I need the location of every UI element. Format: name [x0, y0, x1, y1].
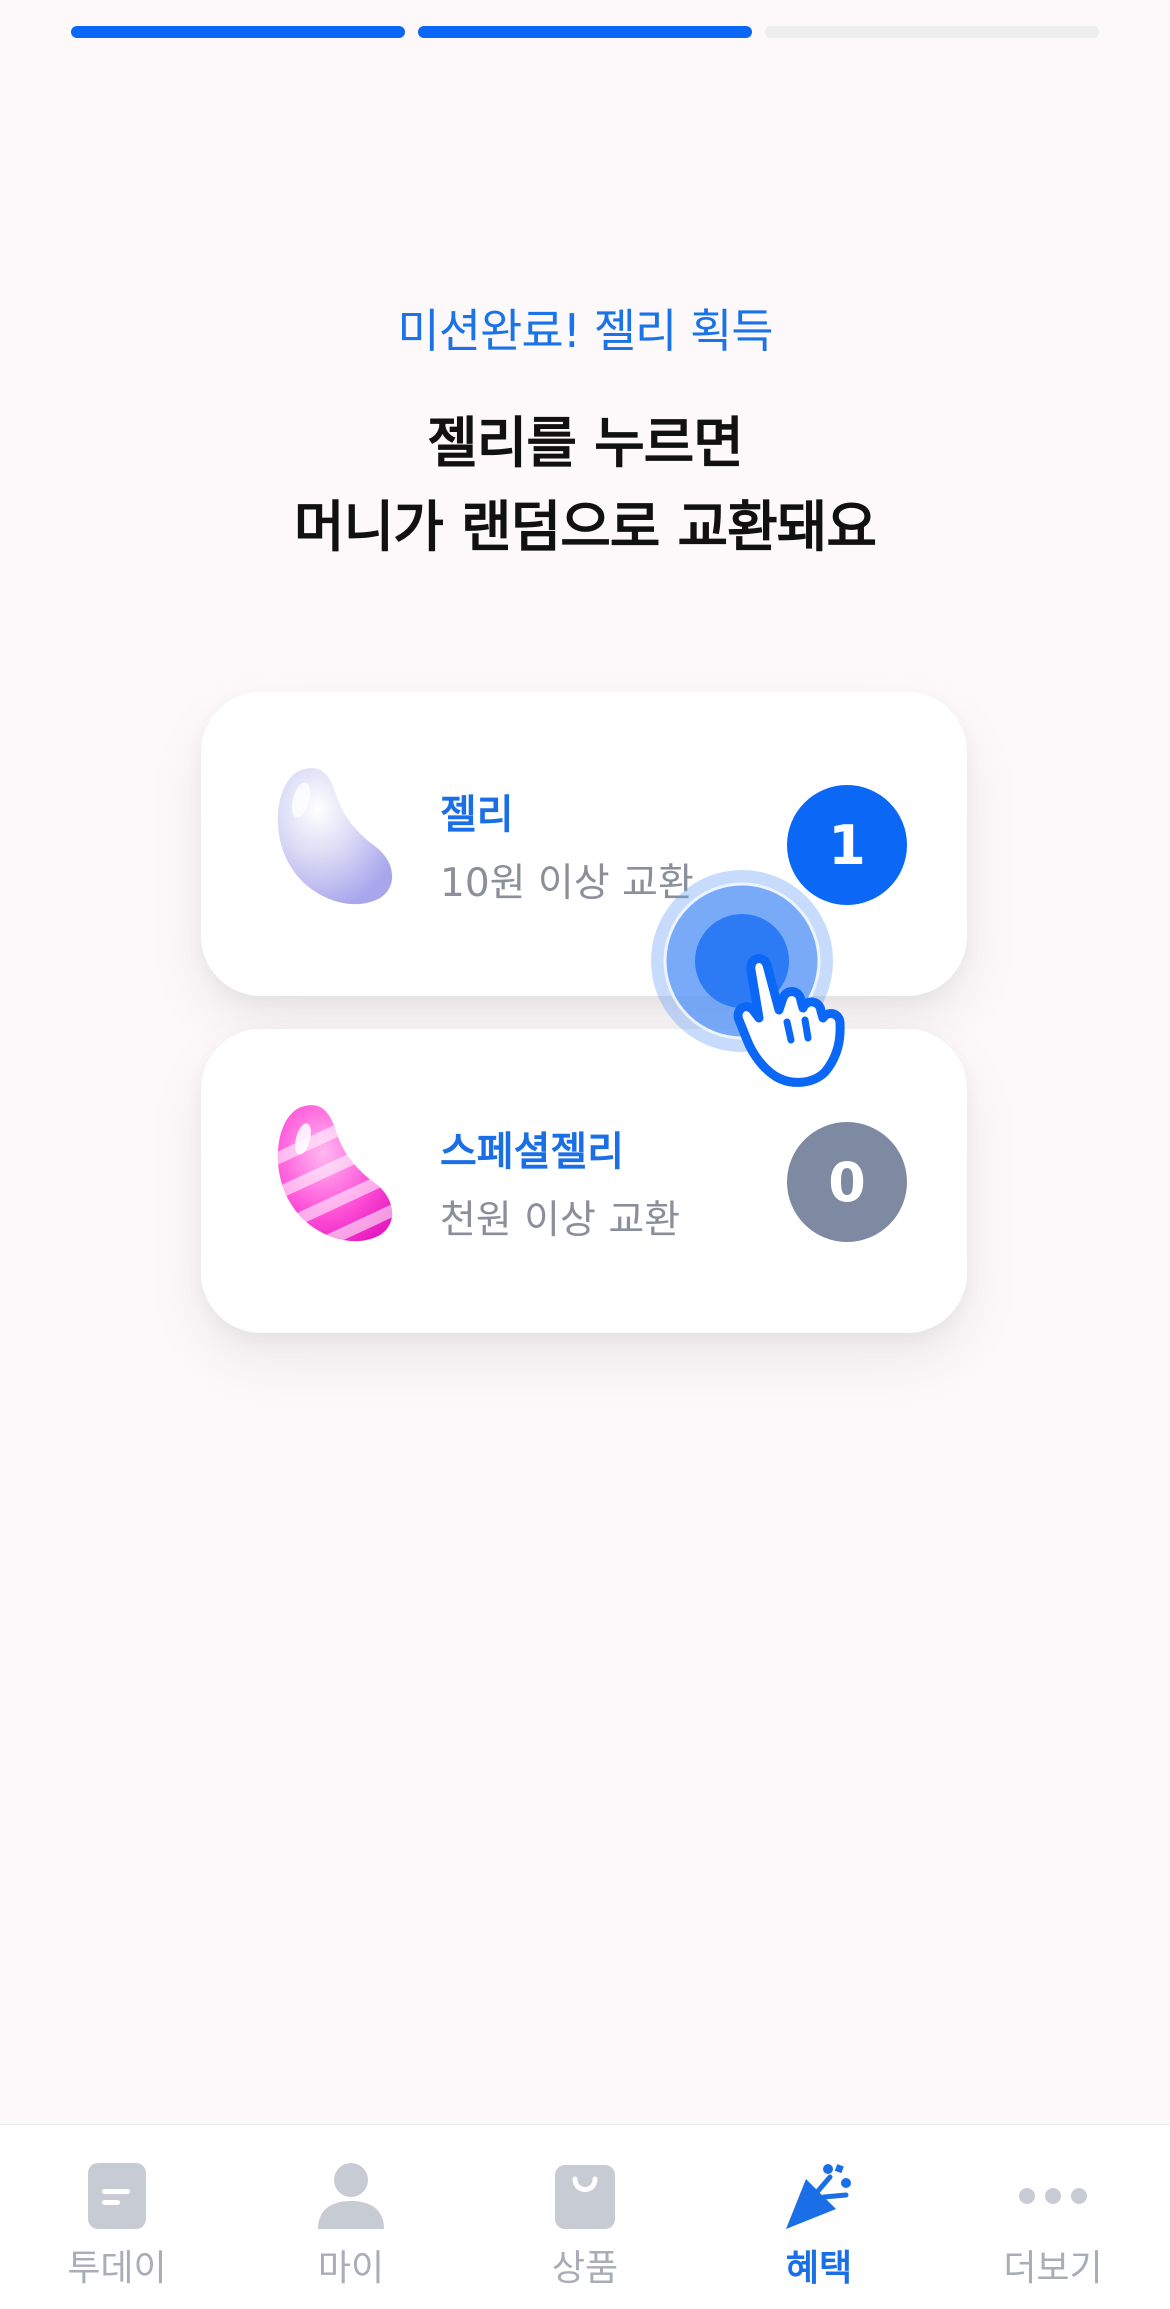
- mission-complete-text: 미션완료! 젤리 획득: [397, 304, 773, 358]
- progress-segment-1: [71, 26, 405, 38]
- tab-label-benefits: 혜택: [785, 2248, 853, 2289]
- progress-segment-3: [765, 26, 1099, 38]
- title-line-2: 머니가 랜덤으로 교환돼요: [294, 495, 877, 559]
- special-jelly-icon: [277, 1105, 393, 1242]
- person-icon: [316, 2161, 386, 2231]
- special-jelly-name: 스페셜젤리: [440, 1129, 624, 1175]
- shopping-bag-icon: [550, 2161, 620, 2231]
- tab-label-today: 투데이: [67, 2248, 167, 2289]
- jelly-count-badge: 1: [787, 785, 907, 905]
- bottom-tab-bar: 투데이 마이 상품 혜택 더보기: [0, 2124, 1170, 2309]
- tab-label-products: 상품: [551, 2248, 619, 2289]
- special-jelly-card[interactable]: 스페셜젤리 천원 이상 교환 0: [201, 1029, 967, 1333]
- tab-my[interactable]: 마이: [234, 2125, 468, 2309]
- jelly-icon: [277, 768, 393, 905]
- title-line-1: 젤리를 누르면: [427, 411, 744, 475]
- tab-label-my: 마이: [317, 2248, 385, 2289]
- page-title: 젤리를 누르면 머니가 랜덤으로 교환돼요: [0, 401, 1170, 569]
- tab-label-more: 더보기: [1003, 2248, 1103, 2289]
- document-icon: [82, 2161, 152, 2231]
- jelly-card[interactable]: 젤리 10원 이상 교환 1: [201, 692, 967, 996]
- special-jelly-description: 천원 이상 교환: [440, 1198, 681, 1243]
- tab-today[interactable]: 투데이: [0, 2125, 234, 2309]
- tab-products[interactable]: 상품: [468, 2125, 702, 2309]
- special-jelly-count-badge: 0: [787, 1122, 907, 1242]
- progress-segment-2: [418, 26, 752, 38]
- tab-benefits[interactable]: 혜택: [702, 2125, 936, 2309]
- jelly-name: 젤리: [440, 792, 514, 838]
- more-dots-icon: [1018, 2161, 1088, 2231]
- jelly-description: 10원 이상 교환: [440, 861, 694, 906]
- tab-more[interactable]: 더보기: [936, 2125, 1170, 2309]
- headline: 미션완료! 젤리 획득 젤리를 누르면 머니가 랜덤으로 교환돼요: [0, 295, 1170, 569]
- progress-bar: [71, 26, 1099, 38]
- party-popper-icon: [784, 2161, 854, 2231]
